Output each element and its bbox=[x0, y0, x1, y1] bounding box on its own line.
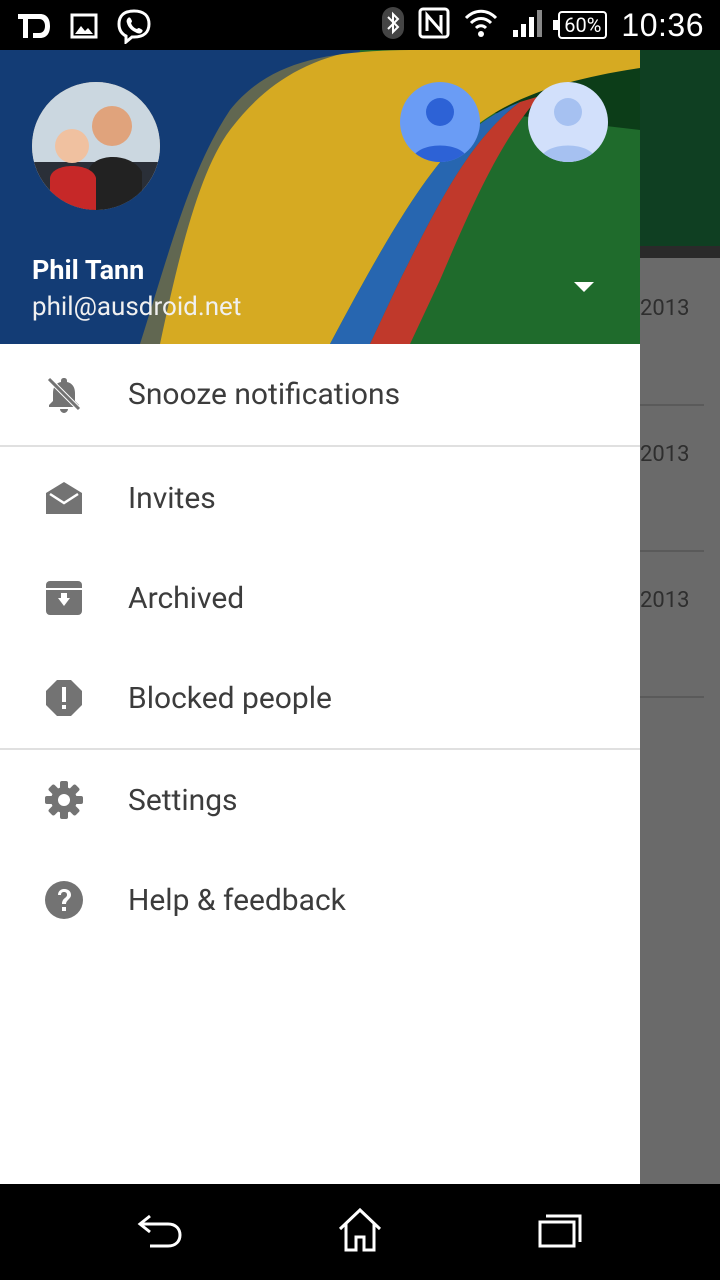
navigation-drawer: Phil Tann phil@ausdroid.net Snooze notif… bbox=[0, 50, 640, 1184]
back-icon bbox=[136, 1210, 184, 1254]
help-icon bbox=[44, 880, 84, 920]
profile-avatar[interactable] bbox=[32, 82, 160, 210]
home-icon bbox=[336, 1207, 384, 1257]
bluetooth-icon bbox=[382, 7, 405, 43]
menu-item-label: Settings bbox=[128, 782, 238, 818]
account-avatar[interactable] bbox=[528, 82, 608, 162]
list-item[interactable]: 2013 bbox=[640, 404, 704, 552]
list-item[interactable]: 2013 bbox=[640, 258, 704, 406]
menu-item-label: Blocked people bbox=[128, 680, 332, 716]
recent-apps-button[interactable] bbox=[536, 1208, 584, 1256]
alert-octagon-icon bbox=[44, 678, 84, 718]
account-email: phil@ausdroid.net bbox=[32, 292, 242, 322]
viber-icon bbox=[116, 8, 152, 48]
menu-item-archived[interactable]: Archived bbox=[0, 548, 640, 648]
home-button[interactable] bbox=[336, 1207, 384, 1257]
menu-item-settings[interactable]: Settings bbox=[0, 750, 640, 850]
snooze-bell-icon bbox=[44, 374, 84, 414]
td-app-icon bbox=[16, 10, 52, 46]
clock: 10:36 bbox=[621, 6, 704, 43]
wifi-icon bbox=[464, 8, 498, 42]
menu-item-label: Invites bbox=[128, 480, 216, 516]
envelope-open-icon bbox=[44, 478, 84, 518]
divider bbox=[0, 445, 640, 447]
account-name: Phil Tann bbox=[32, 254, 145, 286]
menu-item-label: Help & feedback bbox=[128, 882, 346, 918]
status-bar: 60% 10:36 bbox=[0, 0, 720, 50]
menu-item-snooze-notifications[interactable]: Snooze notifications bbox=[0, 344, 640, 444]
system-nav-bar bbox=[0, 1184, 720, 1280]
menu-item-label: Snooze notifications bbox=[128, 376, 401, 412]
nfc-icon bbox=[418, 7, 450, 43]
image-icon bbox=[70, 12, 98, 44]
back-button[interactable] bbox=[136, 1208, 184, 1256]
menu-item-label: Archived bbox=[128, 580, 245, 616]
account-header: Phil Tann phil@ausdroid.net bbox=[0, 50, 640, 344]
menu-item-blocked-people[interactable]: Blocked people bbox=[0, 648, 640, 748]
account-switcher-dropdown-icon[interactable] bbox=[574, 282, 594, 292]
battery-indicator: 60% bbox=[553, 11, 608, 39]
menu-item-help-feedback[interactable]: Help & feedback bbox=[0, 850, 640, 950]
account-avatar[interactable] bbox=[400, 82, 480, 162]
menu-item-invites[interactable]: Invites bbox=[0, 448, 640, 548]
archive-icon bbox=[44, 578, 84, 618]
recent-apps-icon bbox=[536, 1210, 584, 1254]
gear-icon bbox=[44, 780, 84, 820]
list-item[interactable]: 2013 bbox=[640, 550, 704, 698]
signal-icon bbox=[512, 8, 544, 42]
